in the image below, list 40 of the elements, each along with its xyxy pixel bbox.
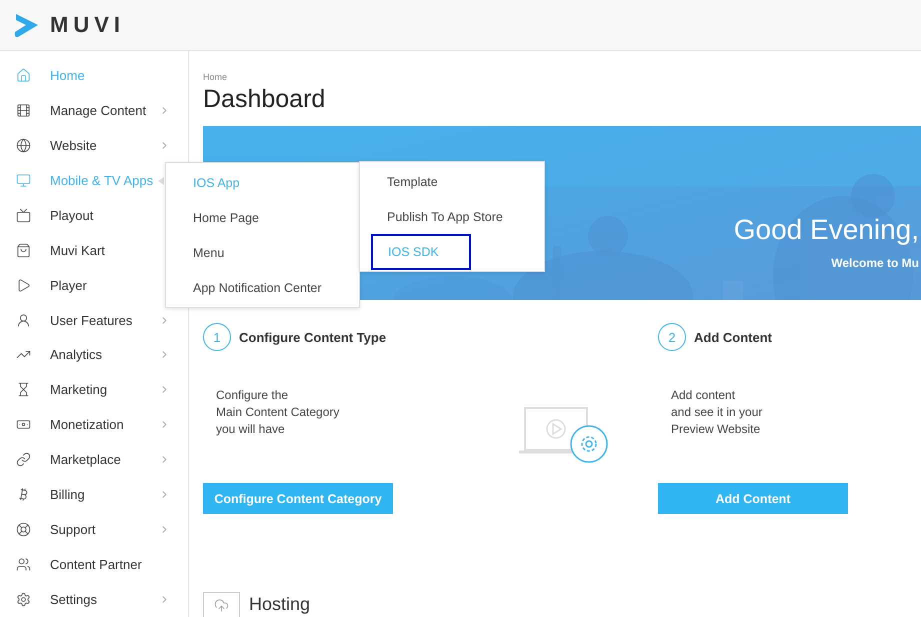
menu-item-icon bbox=[16, 452, 31, 468]
menu-item-icon bbox=[16, 382, 31, 398]
sidebar-item[interactable]: Manage Content bbox=[0, 92, 188, 128]
menu-item-icon bbox=[16, 208, 31, 223]
menu-item-icon bbox=[16, 592, 31, 608]
submenu-item[interactable]: Template bbox=[360, 164, 544, 199]
sidebar-item[interactable]: Content Partner bbox=[0, 547, 188, 582]
menu-item-icon bbox=[16, 102, 31, 118]
menu-item-icon bbox=[16, 172, 31, 188]
menu-item-icon bbox=[16, 138, 31, 153]
menu-item-icon bbox=[16, 522, 31, 538]
menu-item-icon bbox=[16, 557, 31, 572]
sidebar-item[interactable]: Marketing bbox=[0, 372, 188, 408]
sidebar-item[interactable]: Website bbox=[0, 128, 188, 163]
page-title: Dashboard bbox=[203, 85, 326, 114]
sidebar-item[interactable]: Marketplace bbox=[0, 442, 188, 478]
menu-item-icon bbox=[16, 68, 31, 83]
menu-item-icon bbox=[16, 242, 31, 258]
breadcrumb[interactable]: Home bbox=[203, 72, 921, 82]
submenu-item[interactable]: Publish To App Store bbox=[360, 199, 544, 234]
sidebar-item[interactable]: User Features bbox=[0, 302, 188, 338]
menu-item-icon bbox=[16, 312, 31, 328]
sidebar-item[interactable]: Support bbox=[0, 512, 188, 548]
section-title: Hosting bbox=[249, 594, 310, 615]
cloud-upload-icon bbox=[203, 592, 240, 617]
logo-text: MUVI bbox=[50, 12, 125, 38]
welcome-text: Welcome to Mu bbox=[831, 256, 919, 270]
sidebar-item[interactable]: Monetization bbox=[0, 407, 188, 442]
step-title: Add Content bbox=[694, 330, 772, 344]
step-number: 2 bbox=[658, 323, 686, 351]
sidebar-item[interactable]: Settings bbox=[0, 582, 188, 617]
menu-item-icon bbox=[16, 278, 31, 293]
step-description: Configure the Main Content Category you will have bbox=[216, 387, 340, 438]
step-title: Configure Content Type bbox=[239, 330, 386, 344]
step-description: Add content and see it in your Preview Website bbox=[671, 387, 762, 438]
greeting-text: Good Evening, bbox=[734, 214, 919, 246]
sidebar-item[interactable]: Analytics bbox=[0, 338, 188, 372]
step-number: 1 bbox=[203, 323, 231, 351]
logo-icon bbox=[14, 12, 40, 38]
sidebar-item[interactable]: Billing bbox=[0, 477, 188, 512]
